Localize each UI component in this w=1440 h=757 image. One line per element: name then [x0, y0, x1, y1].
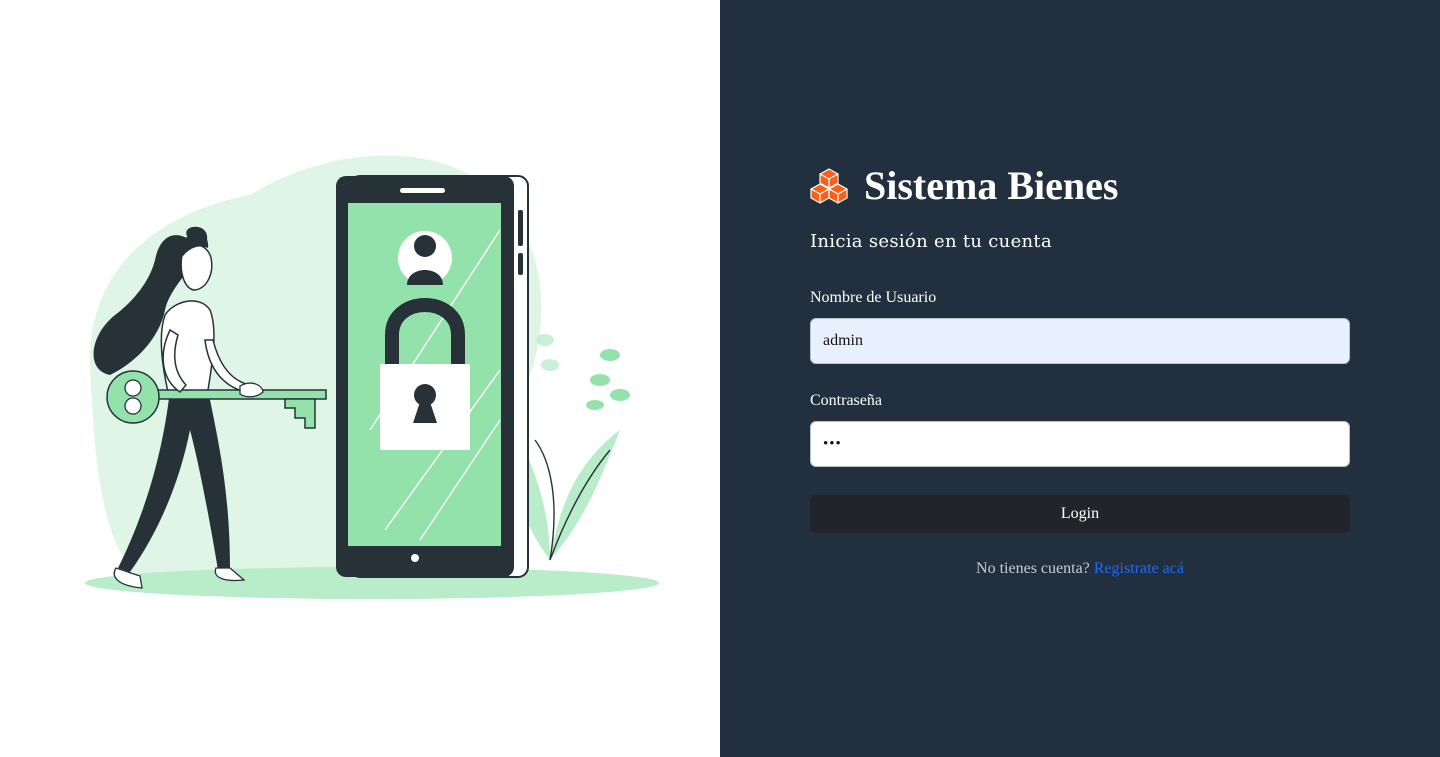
illustration-panel — [0, 0, 720, 757]
app-title: Sistema Bienes — [864, 163, 1119, 208]
register-prompt: No tienes cuenta? Registrate acá — [810, 560, 1350, 578]
user-avatar-icon — [398, 231, 452, 285]
plant-leaves — [516, 334, 630, 561]
password-field-group: Contraseña — [810, 392, 1350, 467]
username-label: Nombre de Usuario — [810, 289, 937, 306]
login-illustration — [85, 155, 659, 599]
login-panel: Sistema Bienes Inicia sesión en tu cuent… — [720, 0, 1440, 757]
login-form-container: Sistema Bienes Inicia sesión en tu cuent… — [810, 165, 1350, 578]
cubes-icon — [810, 168, 848, 204]
login-subtitle: Inicia sesión en tu cuenta — [810, 231, 1052, 252]
brand-header: Sistema Bienes — [810, 165, 1350, 207]
username-input[interactable] — [810, 318, 1350, 364]
password-label: Contraseña — [810, 392, 882, 409]
login-button[interactable]: Login — [810, 495, 1350, 533]
password-input[interactable] — [810, 421, 1350, 467]
register-prompt-text: No tienes cuenta? — [976, 560, 1090, 577]
register-link[interactable]: Registrate acá — [1094, 560, 1184, 577]
username-field-group: Nombre de Usuario — [810, 289, 1350, 364]
